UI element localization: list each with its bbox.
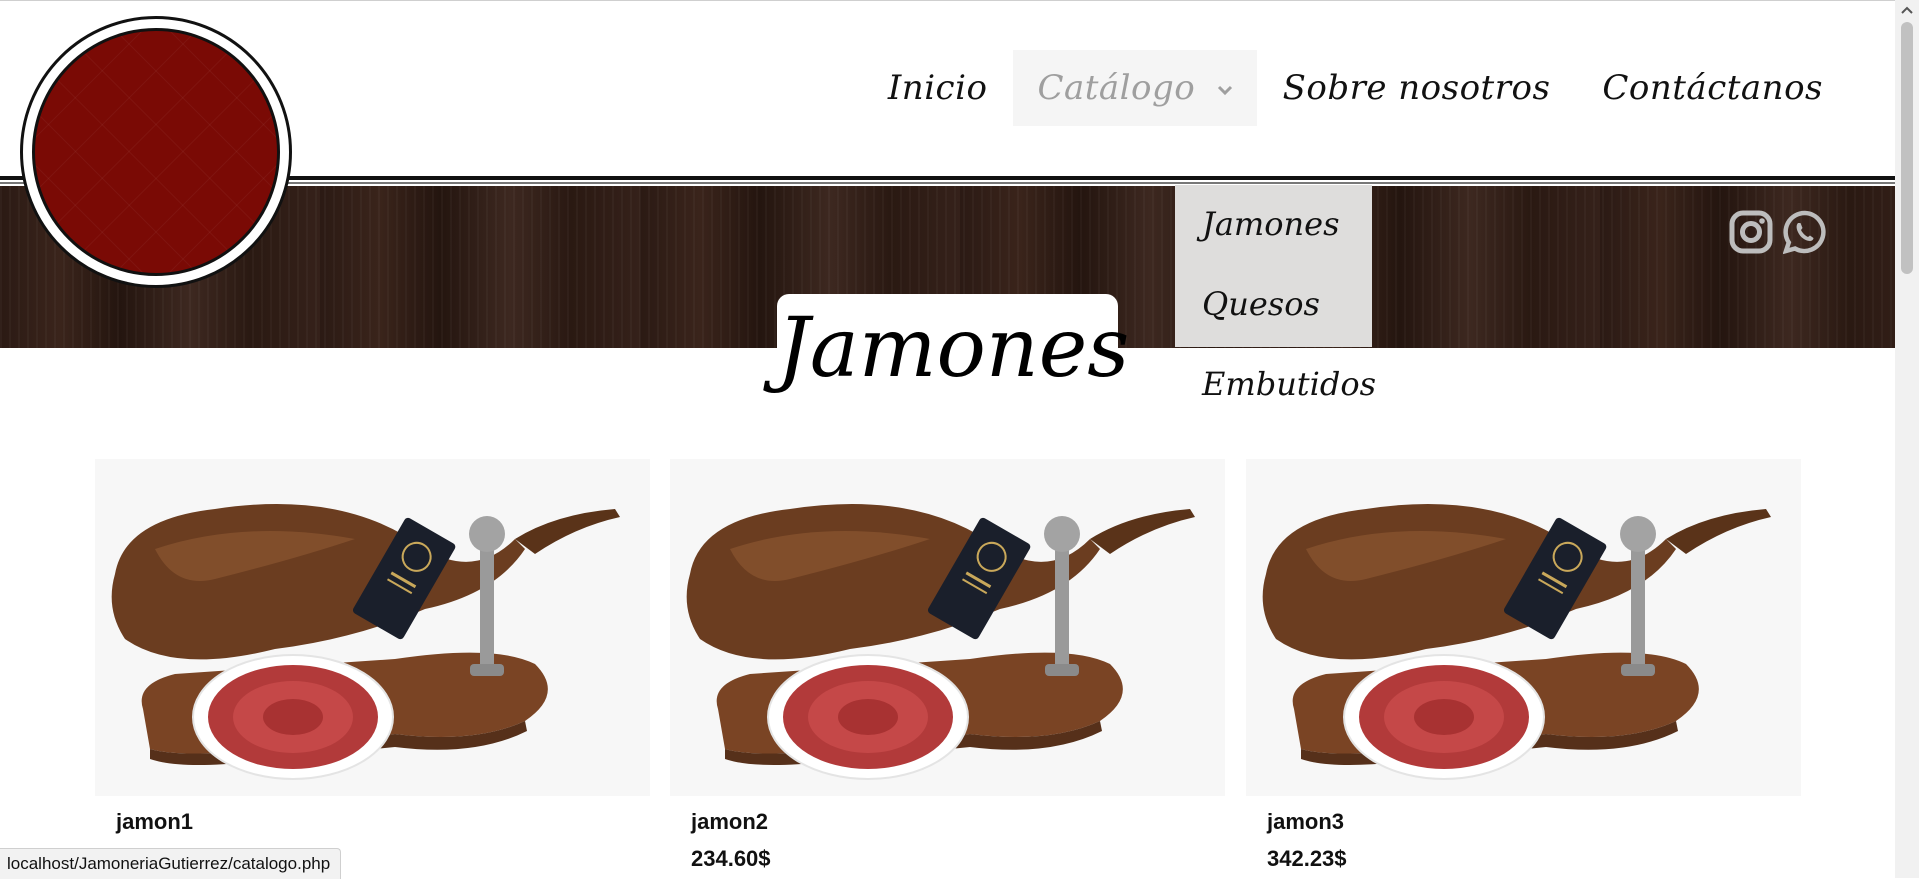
dropdown-item-quesos[interactable]: Quesos (1202, 285, 1320, 323)
instagram-icon[interactable] (1729, 210, 1773, 254)
dropdown-item-jamones[interactable]: Jamones (1202, 205, 1339, 243)
page-scrollbar[interactable] (1895, 0, 1919, 878)
page-title: Jamones (777, 301, 1130, 396)
nav-label: Sobre nosotros (1282, 68, 1551, 108)
nav-item-sobre-nosotros[interactable]: Sobre nosotros (1257, 50, 1577, 126)
product-image[interactable] (670, 459, 1225, 796)
nav-item-contactanos[interactable]: Contáctanos (1576, 50, 1849, 126)
dropdown-item-embutidos[interactable]: Embutidos (1202, 365, 1376, 403)
product-card[interactable]: jamon1 (95, 459, 650, 873)
whatsapp-icon[interactable] (1783, 210, 1827, 254)
nav-label: Contáctanos (1602, 68, 1823, 108)
product-name: jamon1 (116, 809, 194, 834)
product-image[interactable] (95, 459, 650, 796)
product-price: 234.60$ (691, 846, 771, 871)
nav-item-catalogo[interactable]: Catálogo (1013, 50, 1257, 126)
social-links (1729, 210, 1827, 254)
dropdown-label: Jamones (1202, 205, 1340, 243)
product-name: jamon3 (1267, 809, 1345, 834)
chevron-down-icon (1217, 85, 1232, 96)
nav-label: Catálogo (1037, 68, 1196, 108)
page-title-tab: Jamones (777, 294, 1130, 404)
status-url: localhost/JamoneriaGutierrez/catalogo.ph… (0, 848, 342, 879)
product-price: 342.23$ (1267, 846, 1347, 871)
dropdown-label: Embutidos (1202, 365, 1377, 403)
main-nav: Inicio Catálogo Sobre nosotros Contáctan… (862, 50, 1849, 126)
scrollbar-thumb[interactable] (1901, 22, 1913, 274)
site-logo[interactable] (20, 16, 292, 288)
logo-emblem (32, 28, 280, 276)
product-card[interactable]: jamon2 234.60$ (670, 459, 1225, 873)
product-card[interactable]: jamon3 342.23$ (1246, 459, 1801, 873)
dropdown-label: Quesos (1202, 285, 1320, 323)
nav-item-inicio[interactable]: Inicio (862, 50, 1014, 126)
catalog-dropdown: Jamones Quesos Embutidos (1175, 185, 1376, 403)
product-name: jamon2 (691, 809, 769, 834)
nav-label: Inicio (887, 68, 988, 108)
scroll-up-arrow-icon[interactable] (1895, 0, 1919, 20)
product-image[interactable] (1246, 459, 1801, 796)
